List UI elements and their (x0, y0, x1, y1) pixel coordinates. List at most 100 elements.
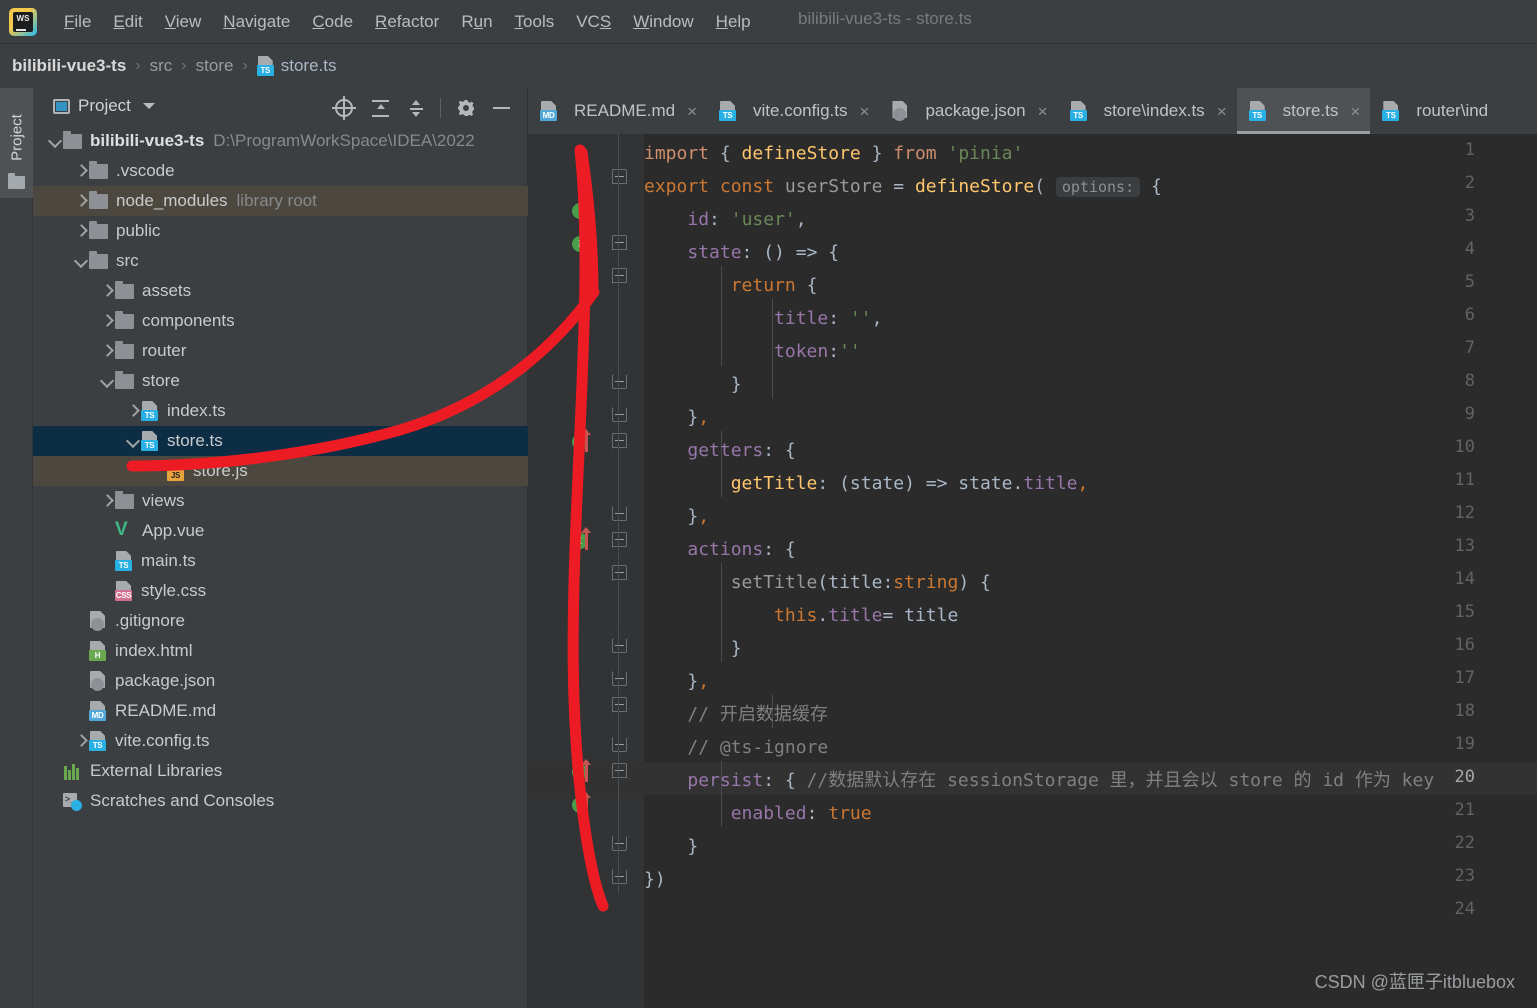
tree-row-label: index.html (115, 641, 192, 661)
tool-window-button-project[interactable]: Project (0, 88, 33, 198)
fold-marker[interactable] (612, 235, 627, 250)
editor-tab-readme-md[interactable]: MDREADME.md× (528, 88, 707, 134)
menu-help[interactable]: Help (705, 8, 762, 36)
code-line: title: '', (644, 302, 882, 335)
code-editor[interactable]: 123456789101112131415161718192021222324 … (528, 134, 1537, 1008)
breadcrumb-item-project[interactable]: bilibili-vue3-ts (12, 56, 126, 76)
chevron-right-icon[interactable] (99, 336, 115, 366)
menu-navigate[interactable]: Navigate (212, 8, 301, 36)
menu-run[interactable]: Run (450, 8, 503, 36)
chevron-right-icon[interactable] (99, 306, 115, 336)
chevron-right-icon[interactable] (99, 276, 115, 306)
tree-row-app-vue[interactable]: App.vue (33, 516, 528, 546)
fold-marker[interactable] (612, 763, 627, 778)
tree-row-scratches-and-consoles[interactable]: >_Scratches and Consoles (33, 786, 528, 816)
collapse-all-icon[interactable] (398, 96, 434, 120)
tree-row-index-ts[interactable]: TSindex.ts (33, 396, 528, 426)
menu-window[interactable]: Window (622, 8, 704, 36)
fold-marker[interactable] (612, 407, 627, 422)
tree-row-components[interactable]: components (33, 306, 528, 336)
code-text-area[interactable]: import { defineStore } from 'pinia' expo… (644, 134, 1537, 1008)
tree-row-src[interactable]: src (33, 246, 528, 276)
fold-marker[interactable] (612, 268, 627, 283)
javascript-file-icon: JS (167, 461, 185, 481)
tree-row-store-js[interactable]: JSstore.js (33, 456, 528, 486)
chevron-down-icon[interactable] (47, 126, 63, 156)
breadcrumb-item-src[interactable]: src (150, 56, 173, 76)
folder-icon (89, 164, 108, 179)
hide-panel-icon[interactable] (483, 96, 519, 120)
editor-tab-store-index-ts[interactable]: TSstore\index.ts× (1058, 88, 1237, 134)
menu-edit[interactable]: Edit (102, 8, 153, 36)
menu-vcs[interactable]: VCS (565, 8, 622, 36)
fold-marker[interactable] (612, 565, 627, 580)
chevron-down-icon[interactable] (99, 366, 115, 396)
close-icon[interactable]: × (1350, 103, 1360, 120)
fold-marker[interactable] (612, 638, 627, 653)
chevron-right-icon[interactable] (73, 186, 89, 216)
tree-row--gitignore[interactable]: .gitignore (33, 606, 528, 636)
settings-gear-icon[interactable] (447, 96, 483, 120)
editor-tab-router-ind[interactable]: TSrouter\ind (1370, 88, 1498, 134)
tree-row-style-css[interactable]: CSSstyle.css (33, 576, 528, 606)
folder-icon (115, 314, 134, 329)
tree-row-assets[interactable]: assets (33, 276, 528, 306)
fold-marker[interactable] (612, 433, 627, 448)
editor-tab-label: package.json (925, 101, 1025, 121)
menu-file[interactable]: File (53, 8, 102, 36)
chevron-right-icon[interactable] (125, 396, 141, 426)
editor-tab-label: router\ind (1416, 101, 1488, 121)
fold-marker[interactable] (612, 836, 627, 851)
fold-marker[interactable] (612, 374, 627, 389)
tree-row-router[interactable]: router (33, 336, 528, 366)
tree-row-readme-md[interactable]: MDREADME.md (33, 696, 528, 726)
tree-row-bilibili-vue3-ts[interactable]: bilibili-vue3-tsD:\ProgramWorkSpace\IDEA… (33, 126, 528, 156)
menu-code[interactable]: Code (301, 8, 364, 36)
close-icon[interactable]: × (1217, 103, 1227, 120)
tree-row-vite-config-ts[interactable]: TSvite.config.ts (33, 726, 528, 756)
editor-tab-package-json[interactable]: package.json × (879, 88, 1057, 134)
expand-all-icon[interactable] (362, 96, 398, 120)
tree-row-label: store (142, 371, 180, 391)
tree-row-node-modules[interactable]: node_moduleslibrary root (33, 186, 528, 216)
select-opened-file-icon[interactable] (326, 96, 362, 120)
chevron-right-icon[interactable] (73, 156, 89, 186)
gitignore-file-icon (89, 611, 107, 631)
menu-refactor[interactable]: Refactor (364, 8, 450, 36)
fold-marker[interactable] (612, 737, 627, 752)
tree-row-store-ts[interactable]: TSstore.ts (33, 426, 528, 456)
breadcrumb-item-store[interactable]: store (196, 56, 234, 76)
fold-marker[interactable] (612, 506, 627, 521)
tree-row-views[interactable]: views (33, 486, 528, 516)
tree-row-external-libraries[interactable]: External Libraries (33, 756, 528, 786)
breadcrumb-item-file[interactable]: store.ts (281, 56, 337, 76)
fold-marker[interactable] (612, 169, 627, 184)
editor-tab-store-ts[interactable]: TSstore.ts× (1237, 88, 1371, 134)
editor-gutter[interactable] (528, 134, 618, 1008)
tree-row-index-html[interactable]: Hindex.html (33, 636, 528, 666)
fold-marker[interactable] (612, 671, 627, 686)
chevron-down-icon[interactable] (143, 103, 155, 109)
tree-row-main-ts[interactable]: TSmain.ts (33, 546, 528, 576)
fold-marker[interactable] (612, 869, 627, 884)
gutter-overridden-arrow-icon (585, 240, 588, 258)
close-icon[interactable]: × (860, 103, 870, 120)
close-icon[interactable]: × (1038, 103, 1048, 120)
tree-row--vscode[interactable]: .vscode (33, 156, 528, 186)
menu-view[interactable]: View (154, 8, 213, 36)
editor-tab-vite-config-ts[interactable]: TSvite.config.ts× (707, 88, 879, 134)
menu-tools[interactable]: Tools (504, 8, 566, 36)
fold-marker[interactable] (612, 532, 627, 547)
chevron-right-icon[interactable] (73, 216, 89, 246)
tree-row-public[interactable]: public (33, 216, 528, 246)
gutter-marker-interface[interactable]: I (572, 203, 588, 219)
watermark: CSDN @蓝匣子itbluebox (1315, 968, 1515, 994)
tree-row-store[interactable]: store (33, 366, 528, 396)
chevron-right-icon[interactable] (99, 486, 115, 516)
chevron-right-icon[interactable] (73, 726, 89, 756)
chevron-down-icon[interactable] (125, 426, 141, 456)
tree-row-package-json[interactable]: package.json (33, 666, 528, 696)
chevron-down-icon[interactable] (73, 246, 89, 276)
close-icon[interactable]: × (687, 103, 697, 120)
fold-marker[interactable] (612, 697, 627, 712)
